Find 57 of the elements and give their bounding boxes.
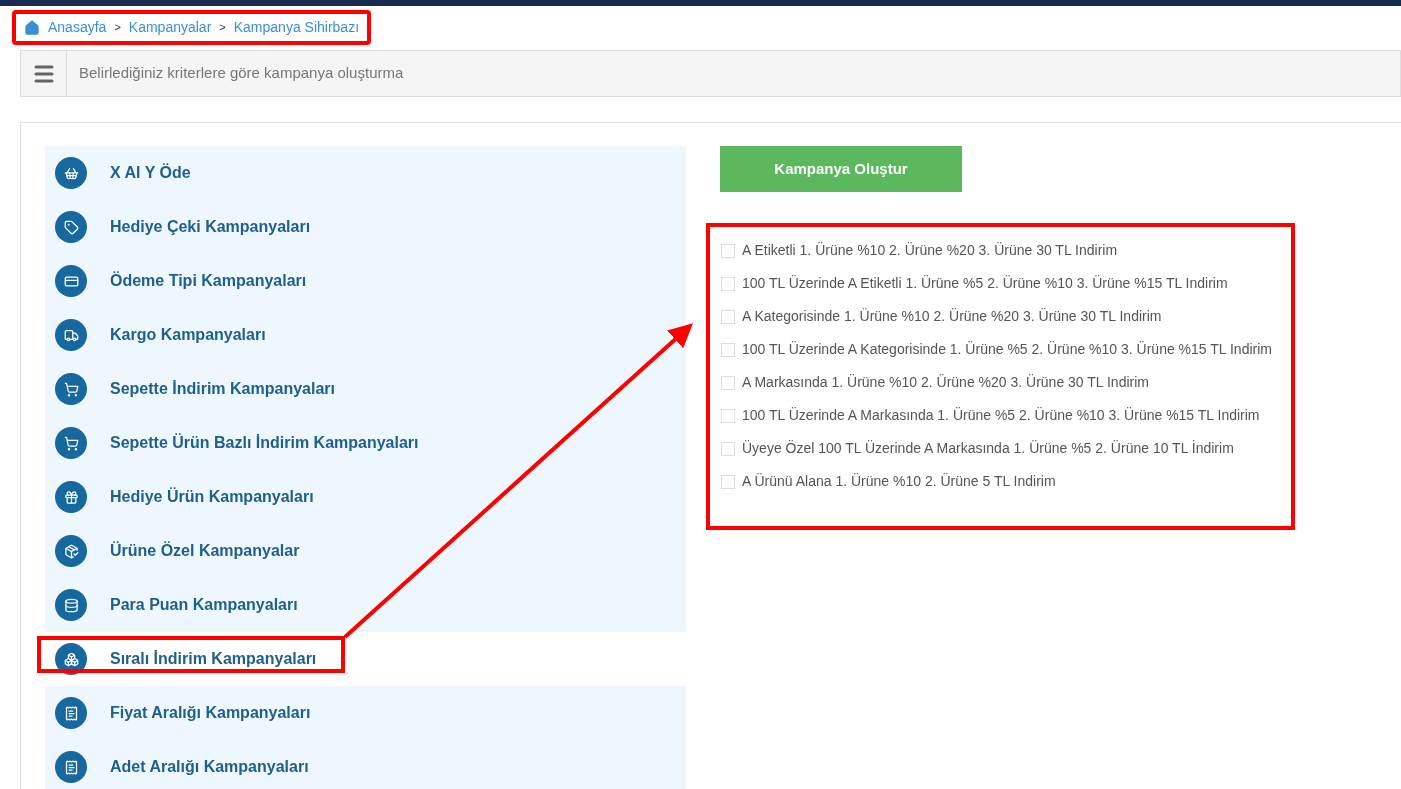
- sidebar-item[interactable]: Hediye Ürün Kampanyaları: [45, 470, 686, 524]
- sidebar-item-label: Sıralı İndirim Kampanyaları: [110, 649, 317, 669]
- sidebar-item-label: X Al Y Öde: [110, 162, 191, 183]
- sidebar-item-label: Kargo Kampanyaları: [110, 325, 266, 345]
- sidebar-item[interactable]: Hediye Çeki Kampanyaları: [45, 200, 686, 254]
- option-label: Üyeye Özel 100 TL Üzerinde A Markasında 1. Ürüne %5 2. Ürüne 10 TL İndirim: [742, 439, 1234, 458]
- cart-icon: [55, 373, 87, 405]
- sidebar-item[interactable]: Kargo Kampanyaları: [45, 308, 686, 362]
- option-label: A Etiketli 1. Ürüne %10 2. Ürüne %20 3. Ürüne 30 TL Indirim: [742, 241, 1118, 260]
- option-label: 100 TL Üzerinde A Kategorisinde 1. Ürüne %5 2. Ürüne %10 3. Ürüne %15 TL Indirim: [742, 340, 1272, 359]
- breadcrumb-separator: >: [114, 20, 121, 36]
- breadcrumb-link[interactable]: Kampanyalar: [128, 17, 212, 38]
- checkbox[interactable]: [721, 474, 735, 489]
- checkbox[interactable]: [721, 342, 735, 357]
- header-title: Belirlediğiniz kriterlere göre kampanya oluşturma: [78, 63, 404, 84]
- truck-icon: [55, 319, 87, 351]
- breadcrumb-link[interactable]: Kampanya Sihirbazı: [233, 17, 360, 38]
- checkbox[interactable]: [721, 441, 735, 456]
- sidebar-item-label: Hediye Çeki Kampanyaları: [110, 217, 311, 237]
- coin-stack-icon: [55, 589, 87, 621]
- sidebar-item[interactable]: X Al Y Öde: [45, 146, 686, 200]
- sidebar-item-label: Ödeme Tipi Kampanyaları: [110, 270, 307, 291]
- checkbox[interactable]: [721, 276, 735, 291]
- sidebar-item-label: Fiyat Aralığı Kampanyaları: [110, 703, 311, 723]
- sidebar-item-label: Hediye Ürün Kampanyaları: [110, 486, 314, 507]
- sidebar-item[interactable]: Ürüne Özel Kampanyalar: [45, 524, 686, 578]
- sidebar-item-label: Adet Aralığı Kampanyaları: [110, 757, 309, 777]
- checkbox[interactable]: [721, 408, 735, 423]
- option-label: A Markasında 1. Ürüne %10 2. Ürüne %20 3. Ürüne 30 TL Indirim: [742, 373, 1149, 392]
- sidebar-item[interactable]: Ödeme Tipi Kampanyaları: [45, 254, 686, 308]
- sidebar-item-label: Para Puan Kampanyaları: [110, 595, 298, 615]
- home-icon: [24, 19, 40, 36]
- credit-card-icon: [55, 265, 87, 297]
- option-label: A Ürünü Alana 1. Ürüne %10 2. Ürüne 5 TL Indirim: [742, 472, 1056, 491]
- receipt-icon: [55, 697, 87, 729]
- cart-icon: [55, 427, 87, 459]
- sidebar-item[interactable]: Fiyat Aralığı Kampanyaları: [45, 686, 686, 740]
- option-label: 100 TL Üzerinde A Etiketli 1. Ürüne %5 2. Ürüne %10 3. Ürüne %15 TL Indirim: [742, 274, 1228, 293]
- breadcrumb-link[interactable]: Anasayfa: [48, 17, 107, 38]
- option-label: 100 TL Üzerinde A Markasında 1. Ürüne %5 2. Ürüne %10 3. Ürüne %15 TL Indirim: [742, 406, 1260, 425]
- checkbox[interactable]: [721, 375, 735, 390]
- sidebar-item-label: Sepette İndirim Kampanyaları: [110, 379, 335, 399]
- package-check-icon: [55, 535, 87, 567]
- option-label: A Kategorisinde 1. Ürüne %10 2. Ürüne %20 3. Ürüne 30 TL Indirim: [742, 307, 1162, 326]
- sidebar-item[interactable]: Sepette İndirim Kampanyaları: [45, 362, 686, 416]
- sidebar-item[interactable]: Adet Aralığı Kampanyaları: [45, 740, 686, 789]
- basket-icon: [55, 157, 87, 189]
- sidebar-item-label: Ürüne Özel Kampanyalar: [110, 540, 300, 561]
- sidebar-item[interactable]: Sepette Ürün Bazlı İndirim Kampanyaları: [45, 416, 686, 470]
- gift-icon: [55, 481, 87, 513]
- checkbox[interactable]: [721, 309, 735, 324]
- tag-icon: [55, 211, 87, 243]
- sidebar-item-label: Sepette Ürün Bazlı İndirim Kampanyaları: [110, 432, 419, 453]
- sidebar-item[interactable]: Para Puan Kampanyaları: [45, 578, 686, 632]
- receipt-icon: [55, 751, 87, 783]
- breadcrumb-separator: >: [219, 20, 226, 36]
- checkbox[interactable]: [721, 243, 735, 258]
